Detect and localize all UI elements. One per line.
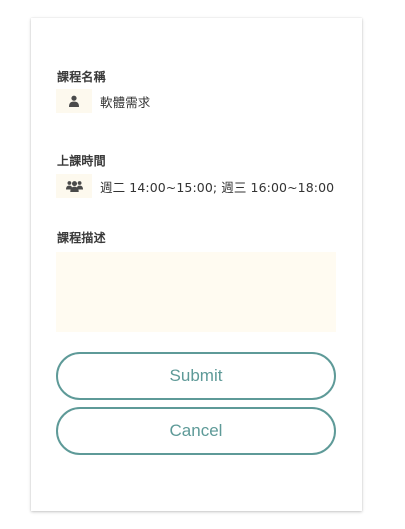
description-label: 課程描述 xyxy=(57,231,106,245)
course-name-label: 課程名稱 xyxy=(57,70,106,84)
class-time-label: 上課時間 xyxy=(57,154,106,168)
form-card: 課程名稱 軟體需求 上課時間 週二 14:00~15:00; 週三 16:00~… xyxy=(31,18,362,511)
user-icon xyxy=(56,89,92,113)
cancel-button[interactable]: Cancel xyxy=(56,407,336,455)
description-textarea[interactable] xyxy=(56,252,336,332)
class-time-value: 週二 14:00~15:00; 週三 16:00~18:00 xyxy=(100,179,335,195)
submit-button[interactable]: Submit xyxy=(56,352,336,400)
course-name-value: 軟體需求 xyxy=(100,94,151,110)
users-icon xyxy=(56,174,92,198)
class-time-row: 週二 14:00~15:00; 週三 16:00~18:00 xyxy=(56,173,334,199)
course-name-row: 軟體需求 xyxy=(56,88,150,114)
